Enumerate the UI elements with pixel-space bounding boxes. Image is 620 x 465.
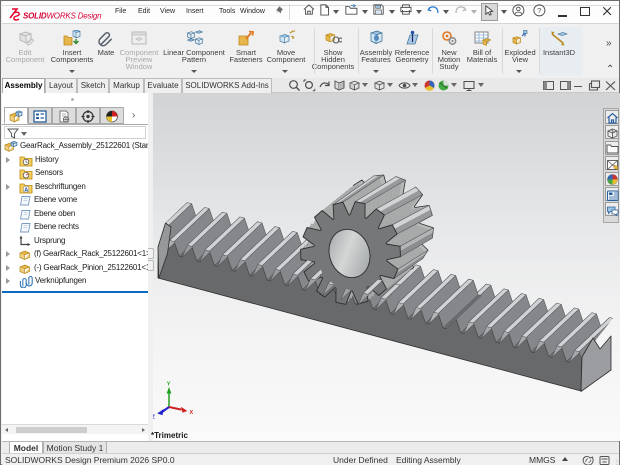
svg-text:?: ? (537, 6, 541, 15)
svg-text:X: X (190, 410, 194, 416)
svg-text:Y: Y (167, 382, 171, 388)
svg-text:A: A (24, 188, 28, 194)
svg-text:Z: Z (153, 415, 156, 421)
svg-text:SOLIDWORKS Design: SOLIDWORKS Design (23, 12, 102, 21)
